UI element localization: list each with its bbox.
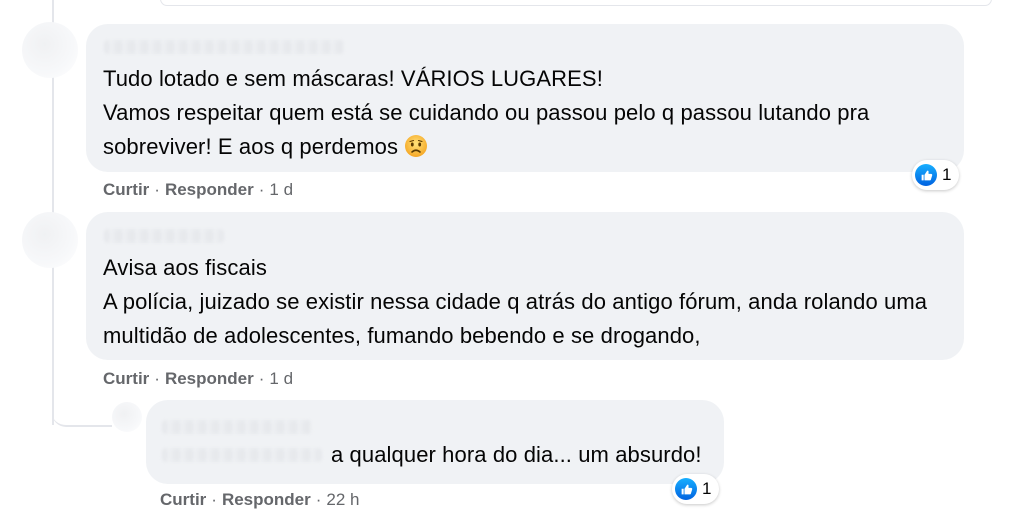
reply-line: a qualquer hora do dia... um absurdo! [331,442,702,467]
comment-line: sobreviver! E aos q perdemos [103,130,869,164]
comment-line: Tudo lotado e sem máscaras! VÁRIOS LUGAR… [103,66,603,91]
previous-comment-box [160,0,992,6]
comment-author-name[interactable] [104,40,344,54]
avatar[interactable] [22,212,78,268]
reaction-count[interactable]: 1 [912,160,960,190]
like-button[interactable]: Curtir [160,490,206,510]
like-reaction-icon [915,164,937,186]
separator: · [211,490,217,509]
avatar[interactable] [22,22,78,78]
separator: · [154,369,160,388]
comment-actions: Curtir · Responder · 1 d [103,369,293,389]
comment-text: Tudo lotado e sem máscaras! VÁRIOS LUGAR… [103,62,869,164]
reply-author-extra [162,448,322,462]
comment-timestamp[interactable]: 1 d [269,369,293,389]
separator: · [315,490,322,509]
separator: · [258,369,265,388]
reply-button[interactable]: Responder [165,180,254,200]
reply-text: a qualquer hora do dia... um absurdo! [331,438,702,472]
avatar[interactable] [112,402,142,432]
comment-actions: Curtir · Responder · 1 d [103,180,293,200]
like-button[interactable]: Curtir [103,180,149,200]
reaction-count-number: 1 [702,479,712,498]
comment-line: A polícia, juizado se existir nessa cida… [103,289,928,314]
comment-text: Avisa aos fiscais A polícia, juizado se … [103,251,927,353]
comment-line: Vamos respeitar quem está se cuidando ou… [103,100,870,125]
reaction-count[interactable]: 1 [672,474,720,504]
reply-actions: Curtir · Responder · 22 h [160,490,360,510]
separator: · [154,180,160,199]
reply-timestamp[interactable]: 22 h [326,490,359,510]
like-button[interactable]: Curtir [103,369,149,389]
reply-author-name[interactable] [162,420,312,434]
comment-line: multidão de adolescentes, fumando bebend… [103,323,701,348]
reply-button[interactable]: Responder [165,369,254,389]
like-reaction-icon [675,478,697,500]
comment-line: Avisa aos fiscais [103,255,267,280]
reaction-count-number: 1 [942,165,952,184]
comment-author-name[interactable] [104,229,224,243]
comment-timestamp[interactable]: 1 d [269,180,293,200]
sad-face-emoji-icon [405,135,428,157]
separator: · [258,180,265,199]
reply-button[interactable]: Responder [222,490,311,510]
